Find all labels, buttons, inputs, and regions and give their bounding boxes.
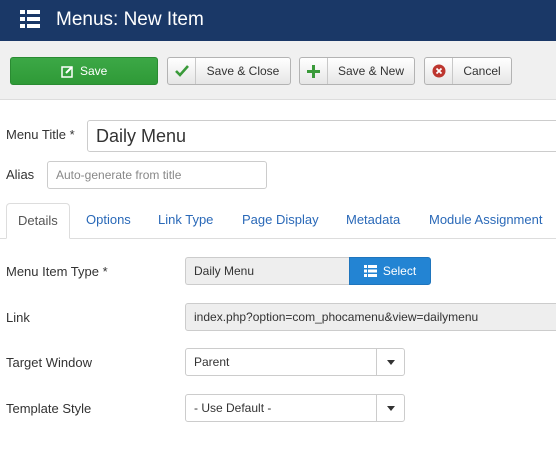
tab-module-assignment[interactable]: Module Assignment (429, 203, 542, 239)
page-title: Menus: New Item (56, 9, 204, 30)
menu-title-label: Menu Title * (6, 127, 75, 142)
caret-down-icon (376, 349, 404, 375)
alias-label: Alias (6, 167, 35, 182)
list-icon (363, 265, 377, 277)
tab-page-display[interactable]: Page Display (242, 203, 319, 239)
link-value: index.php?option=com_phocamenu&view=dail… (194, 310, 479, 324)
save-close-label: Save & Close (206, 64, 280, 78)
check-icon (168, 58, 196, 84)
tab-options[interactable]: Options (86, 203, 131, 239)
tab-metadata[interactable]: Metadata (346, 203, 400, 239)
menu-title-input[interactable]: Daily Menu (87, 120, 556, 152)
menu-item-type-label: Menu Item Type * (6, 264, 108, 279)
target-window-value: Parent (194, 355, 230, 369)
cancel-button[interactable]: Cancel (424, 57, 512, 85)
tab-link-type[interactable]: Link Type (158, 203, 213, 239)
template-style-value: - Use Default - (194, 401, 272, 415)
link-field: index.php?option=com_phocamenu&view=dail… (185, 303, 556, 331)
edit-icon (11, 58, 80, 84)
menu-item-type-value: Daily Menu (194, 264, 255, 278)
save-new-label: Save & New (337, 64, 405, 78)
save-button[interactable]: Save (10, 57, 158, 85)
list-icon (20, 10, 40, 28)
save-label: Save (80, 64, 108, 78)
target-window-label: Target Window (6, 355, 92, 370)
menu-item-type-field: Daily Menu (185, 257, 349, 285)
save-close-button[interactable]: Save & Close (167, 57, 291, 85)
select-label: Select (382, 264, 417, 278)
alias-input[interactable]: Auto-generate from title (47, 161, 267, 189)
template-style-label: Template Style (6, 401, 92, 416)
target-window-select[interactable]: Parent (185, 348, 405, 376)
select-button[interactable]: Select (349, 257, 431, 285)
alias-placeholder: Auto-generate from title (56, 168, 182, 182)
caret-down-icon (376, 395, 404, 421)
cancel-label: Cancel (463, 64, 501, 78)
plus-icon (300, 58, 328, 84)
tab-bar: Details Options Link Type Page Display M… (0, 203, 556, 239)
link-label: Link (6, 310, 30, 325)
tab-details[interactable]: Details (6, 203, 70, 239)
menu-title-value: Daily Menu (96, 125, 187, 146)
template-style-select[interactable]: - Use Default - (185, 394, 405, 422)
page-header: Menus: New Item (0, 0, 556, 41)
save-new-button[interactable]: Save & New (299, 57, 415, 85)
toolbar: Save Save & Close Save & New Cancel (0, 41, 556, 100)
cancel-icon (425, 58, 453, 84)
